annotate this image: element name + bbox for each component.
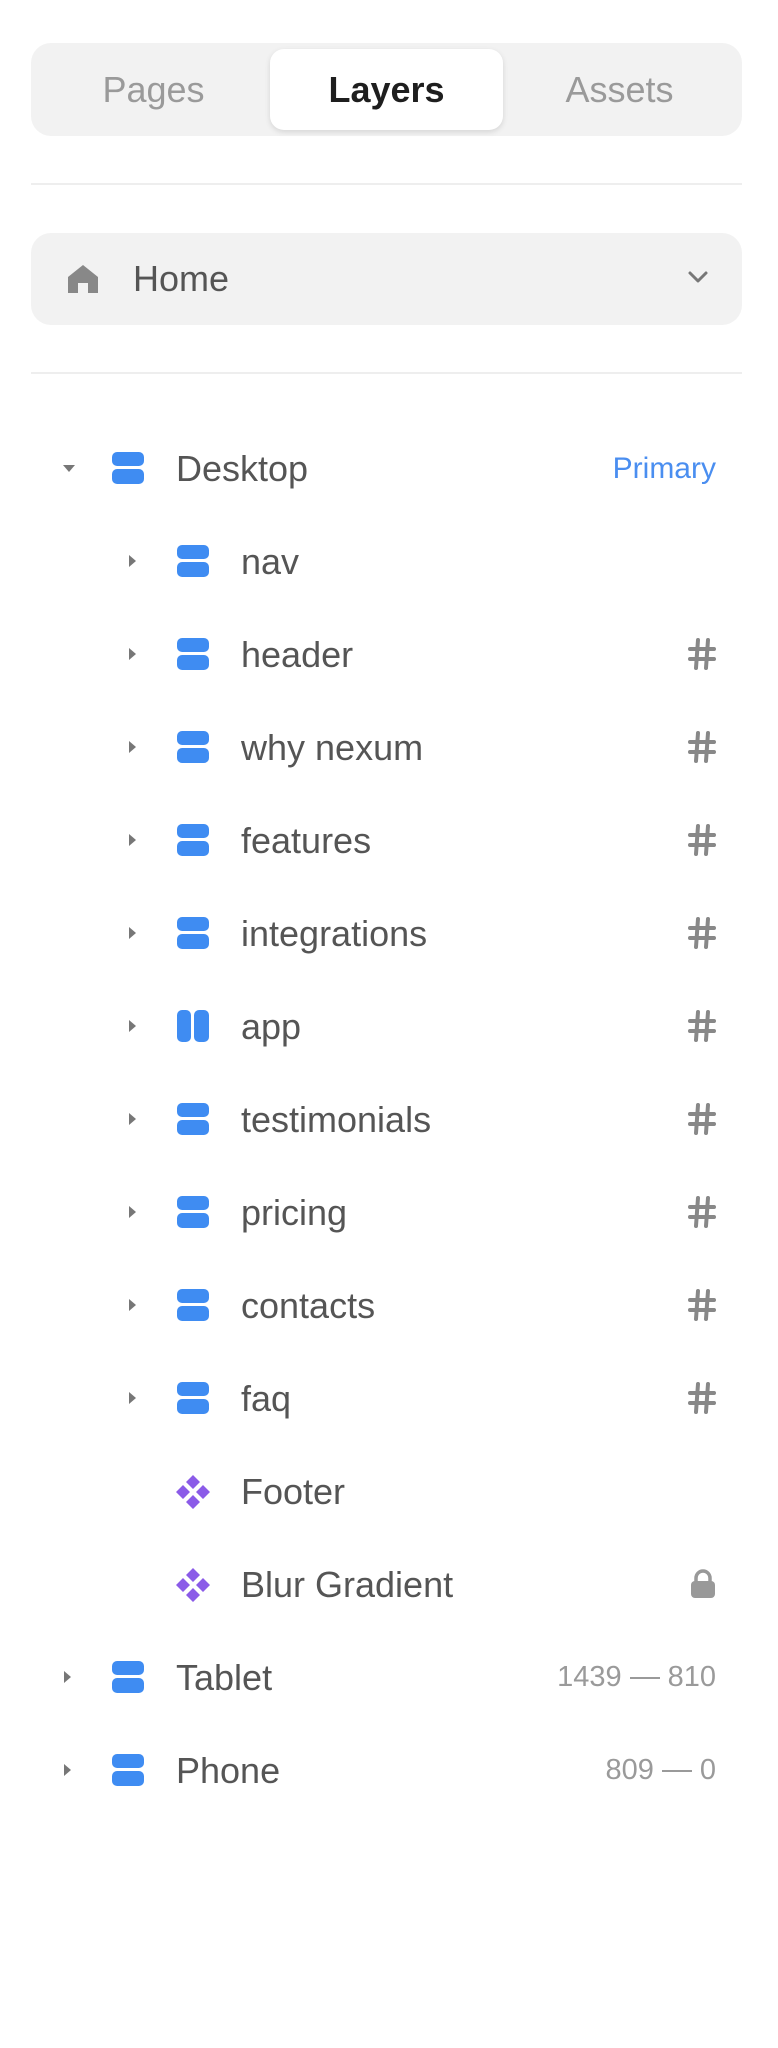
stack-icon: [112, 1754, 144, 1786]
lock-icon[interactable]: [690, 1569, 716, 1599]
stack-icon: [112, 452, 144, 484]
layer-row-integrations[interactable]: integrations: [31, 887, 742, 980]
range-end: 0: [699, 1754, 716, 1786]
stack-icon: [177, 1196, 209, 1228]
layer-row-features[interactable]: features: [31, 794, 742, 887]
layer-row-pricing[interactable]: pricing: [31, 1166, 742, 1259]
stack-icon: [177, 1289, 209, 1321]
divider: [31, 372, 742, 374]
range-end: 810: [667, 1661, 716, 1693]
caret-right-icon[interactable]: [125, 926, 139, 940]
divider: [31, 183, 742, 185]
layer-name: Desktop: [176, 447, 309, 489]
caret-right-icon[interactable]: [125, 1112, 139, 1126]
layer-name: Blur Gradient: [241, 1563, 454, 1605]
layer-name: Phone: [176, 1749, 281, 1791]
layer-name: integrations: [241, 912, 428, 954]
primary-badge: Primary: [612, 451, 716, 485]
layer-name: Tablet: [176, 1656, 273, 1698]
layer-row-why-nexum[interactable]: why nexum: [31, 701, 742, 794]
layer-name: contacts: [241, 1284, 376, 1326]
hash-icon: [688, 1288, 716, 1322]
caret-right-icon[interactable]: [125, 740, 139, 754]
layer-name: header: [241, 633, 354, 675]
caret-down-icon[interactable]: [62, 461, 76, 475]
layer-row-tablet[interactable]: Tablet 1439 810: [31, 1631, 742, 1724]
layer-row-testimonials[interactable]: testimonials: [31, 1073, 742, 1166]
chevron-down-icon: [684, 263, 712, 291]
range-dash: [629, 1676, 660, 1679]
layer-row-header[interactable]: header: [31, 608, 742, 701]
layer-name: faq: [241, 1377, 292, 1419]
layer-name: app: [241, 1005, 302, 1047]
layers-panel: Pages Layers Assets Home Desktop Primary…: [0, 0, 778, 2048]
stack-icon: [177, 638, 209, 670]
layer-row-nav[interactable]: nav: [31, 515, 742, 608]
tab-layers[interactable]: Layers: [270, 49, 503, 130]
caret-right-icon[interactable]: [125, 833, 139, 847]
page-selector-label: Home: [133, 258, 230, 299]
layer-name: features: [241, 819, 372, 861]
hash-icon: [688, 916, 716, 950]
hash-icon: [688, 1009, 716, 1043]
layer-row-phone[interactable]: Phone 809 0: [31, 1724, 742, 1817]
component-icon: [174, 1566, 212, 1604]
caret-right-icon[interactable]: [125, 647, 139, 661]
range-start: 1439: [557, 1661, 622, 1693]
hash-icon: [688, 637, 716, 671]
caret-right-icon[interactable]: [60, 1670, 74, 1684]
hash-icon: [688, 823, 716, 857]
tab-pages[interactable]: Pages: [37, 49, 270, 130]
stack-icon: [177, 545, 209, 577]
caret-right-icon[interactable]: [125, 1298, 139, 1312]
layer-name: testimonials: [241, 1098, 432, 1140]
stack-icon: [177, 1103, 209, 1135]
layer-row-app[interactable]: app: [31, 980, 742, 1073]
caret-right-icon[interactable]: [60, 1763, 74, 1777]
layer-name: why nexum: [241, 726, 424, 768]
stack-icon: [177, 824, 209, 856]
layer-name: nav: [241, 540, 300, 582]
stack-icon: [112, 1661, 144, 1693]
hash-icon: [688, 1102, 716, 1136]
breakpoint-range: 1439 810: [557, 1661, 716, 1694]
layer-row-footer[interactable]: Footer: [31, 1445, 742, 1538]
home-icon: [66, 263, 100, 295]
hash-icon: [688, 1195, 716, 1229]
caret-right-icon[interactable]: [125, 1019, 139, 1033]
hash-icon: [688, 730, 716, 764]
layer-row-blur-gradient[interactable]: Blur Gradient: [31, 1538, 742, 1631]
component-icon: [174, 1473, 212, 1511]
panel-tabs: Pages Layers Assets: [31, 43, 742, 136]
tab-assets[interactable]: Assets: [503, 49, 736, 130]
layer-row-contacts[interactable]: contacts: [31, 1259, 742, 1352]
stack-icon: [177, 731, 209, 763]
breakpoint-range: 809 0: [605, 1754, 716, 1787]
layer-name: Footer: [241, 1470, 346, 1512]
caret-right-icon[interactable]: [125, 1391, 139, 1405]
range-dash: [661, 1769, 692, 1772]
stack-icon: [177, 917, 209, 949]
caret-right-icon[interactable]: [125, 554, 139, 568]
layer-name: pricing: [241, 1191, 348, 1233]
columns-icon: [177, 1010, 209, 1042]
stack-icon: [177, 1382, 209, 1414]
hash-icon: [688, 1381, 716, 1415]
layer-row-faq[interactable]: faq: [31, 1352, 742, 1445]
caret-right-icon[interactable]: [125, 1205, 139, 1219]
range-start: 809: [605, 1754, 654, 1786]
layer-row-desktop[interactable]: Desktop Primary: [31, 422, 742, 515]
